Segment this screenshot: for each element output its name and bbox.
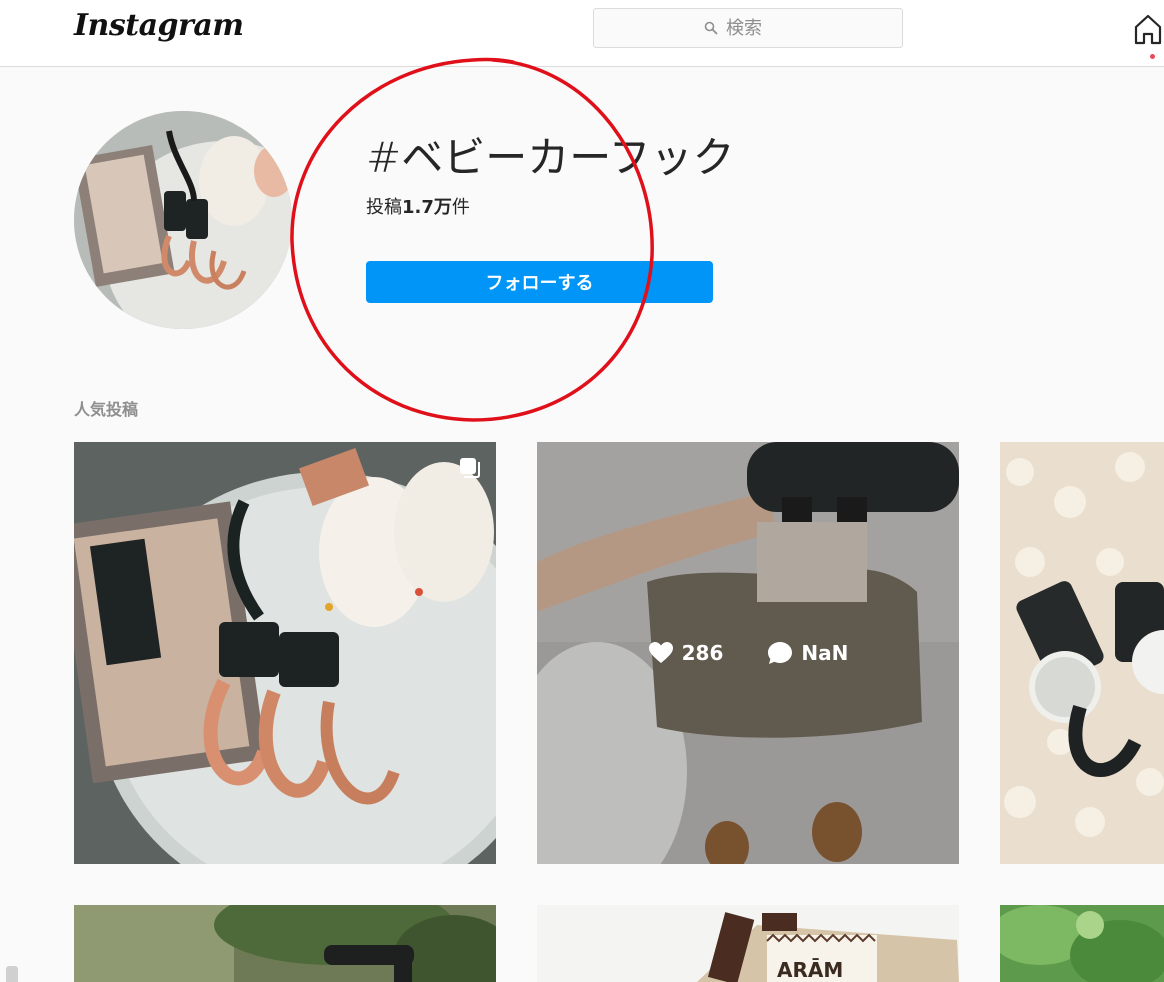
- post-tile[interactable]: 286 NaN: [537, 442, 959, 864]
- bag-label-text: ARĀM: [777, 958, 843, 982]
- comment-count-stat: NaN: [767, 641, 848, 665]
- post-tile[interactable]: ARĀM: [537, 905, 959, 982]
- post-hover-overlay: 286 NaN: [537, 442, 959, 864]
- instagram-logo[interactable]: Instagram: [74, 8, 244, 43]
- post-count-suffix: 件: [451, 197, 470, 218]
- hashtag-title: #ベビーカーフック: [366, 133, 735, 182]
- top-nav-bar: Instagram: [0, 0, 1164, 67]
- comment-icon: [768, 642, 793, 664]
- post-tile[interactable]: [1000, 905, 1164, 982]
- home-icon[interactable]: [1132, 12, 1164, 46]
- post-tile[interactable]: [74, 905, 496, 982]
- post-count-prefix: 投稿: [366, 197, 402, 218]
- comment-count: NaN: [801, 641, 849, 665]
- scroll-handle[interactable]: [6, 966, 18, 982]
- search-input[interactable]: [724, 16, 792, 40]
- search-box[interactable]: [593, 8, 903, 48]
- search-icon: [704, 21, 718, 35]
- top-posts-label: 人気投稿: [74, 400, 139, 419]
- annotation-circle: [290, 57, 654, 422]
- post-count: 投稿1.7万件: [366, 193, 470, 219]
- like-count-stat: 286: [648, 641, 724, 665]
- post-count-value: 1.7万: [402, 197, 452, 218]
- notification-dot: [1150, 54, 1155, 59]
- like-count: 286: [681, 641, 724, 665]
- post-tile[interactable]: [1000, 442, 1164, 864]
- follow-button[interactable]: フォローする: [366, 261, 713, 303]
- post-tile[interactable]: [74, 442, 496, 864]
- multiple-posts-icon: [460, 458, 480, 478]
- heart-icon: [648, 642, 673, 663]
- hashtag-avatar: [74, 111, 292, 329]
